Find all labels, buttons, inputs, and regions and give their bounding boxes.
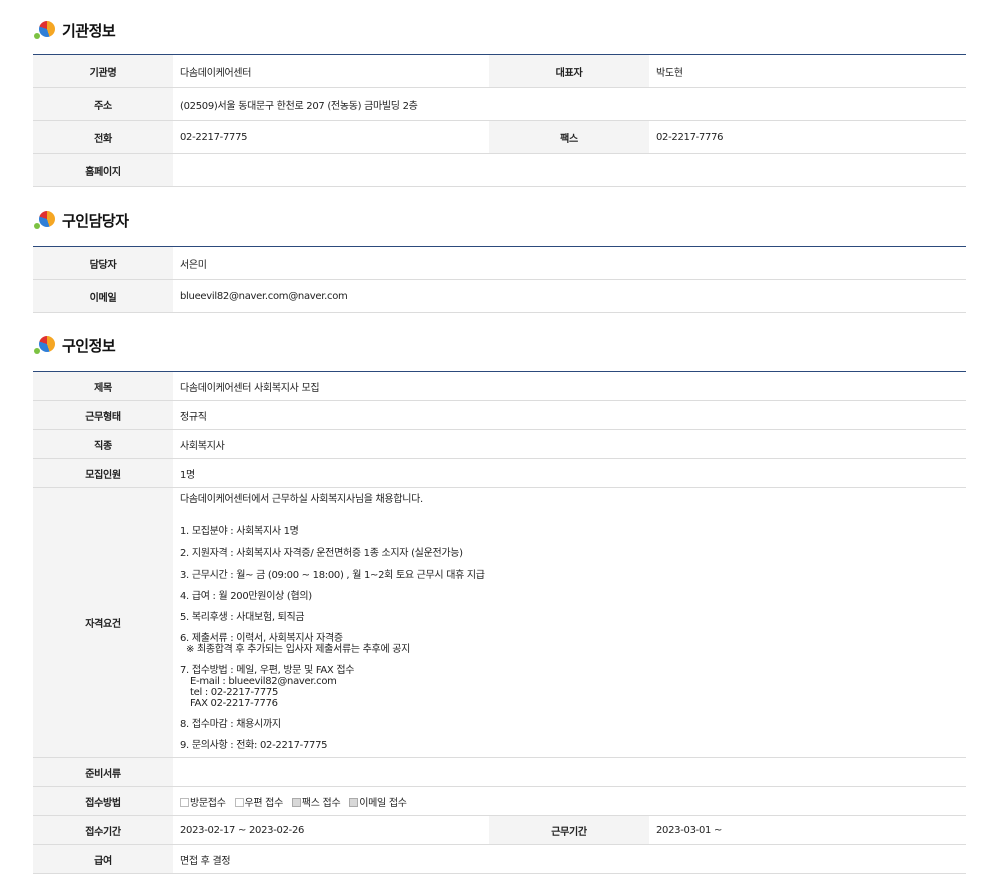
contact-info-table: 담당자 서은미 이메일 blueevil82@naver.com@naver.c… <box>33 246 966 313</box>
org-address-label: 주소 <box>33 87 173 121</box>
section-bullet-icon <box>34 20 56 40</box>
section-title-text: 기관정보 <box>62 21 116 40</box>
job-info-table: 제목 다솜데이케어센터 사회복지사 모집 근무형태 정규직 직종 사회복지사 모… <box>33 371 967 874</box>
method-option-email[interactable]: 이메일 접수 <box>349 797 407 809</box>
qualification-item-9: 9. 문의사항 : 전화: 02-2217-7775 <box>180 740 328 751</box>
job-documents-label: 준비서류 <box>33 757 173 787</box>
qualification-item-7: 7. 접수방법 : 메일, 우편, 방문 및 FAX 접수 <box>180 665 355 676</box>
method-option-mail[interactable]: 우편 접수 <box>234 797 284 809</box>
org-phone-value: 02-2217-7775 <box>173 120 489 154</box>
qualification-item-1: 1. 모집분야 : 사회복지사 1명 <box>180 526 299 537</box>
contact-person-label: 담당자 <box>33 246 173 280</box>
qualification-item-3: 3. 근무시간 : 월~ 금 (09:00 ~ 18:00) , 월 1~2회 … <box>180 570 485 581</box>
org-rep-value: 박도현 <box>649 54 966 88</box>
org-name-value: 다솜데이케어센터 <box>173 54 489 88</box>
section-title-contact: 구인담당자 <box>34 208 129 232</box>
job-method-label: 접수방법 <box>33 786 173 816</box>
job-period-label: 접수기간 <box>33 815 173 845</box>
section-title-text: 구인담당자 <box>62 211 129 230</box>
job-type-label: 근무형태 <box>33 400 173 430</box>
job-count-value: 1명 <box>173 458 967 488</box>
qualification-item-7-email: E-mail : blueevil82@naver.com <box>190 676 337 687</box>
method-option-label: 우편 접수 <box>244 797 284 809</box>
org-address-value: (02509)서울 동대문구 한천로 207 (전농동) 금마빌딩 2층 <box>173 87 966 121</box>
method-option-fax[interactable]: 팩스 접수 <box>291 797 341 809</box>
qualification-item-6-note: ※ 최종합격 후 추가되는 입사자 제출서류는 추후에 공지 <box>186 644 411 655</box>
qualification-item-7-tel: tel : 02-2217-7775 <box>190 687 279 698</box>
method-option-visit[interactable]: 방문접수 <box>180 797 226 809</box>
qualification-item-8: 8. 접수마감 : 채용시까지 <box>180 719 281 730</box>
qualification-item-7-fax: FAX 02-2217-7776 <box>190 698 278 709</box>
section-title-org: 기관정보 <box>34 18 116 42</box>
job-qualification-value: 다솜데이케어센터에서 근무하실 사회복지사님을 채용합니다. 1. 모집분야 :… <box>173 487 967 758</box>
org-fax-label: 팩스 <box>489 120 649 154</box>
qualification-item-5: 5. 복리후생 : 사대보험, 퇴직금 <box>180 612 305 623</box>
section-title-text: 구인정보 <box>62 336 116 355</box>
section-bullet-icon <box>34 335 56 355</box>
qualification-item-6: 6. 제출서류 : 이력서, 사회복지사 자격증 <box>180 633 343 644</box>
checkbox-visit[interactable] <box>180 797 189 807</box>
job-salary-label: 급여 <box>33 844 173 874</box>
contact-email-value: blueevil82@naver.com@naver.com <box>173 279 966 313</box>
job-start-label: 근무기간 <box>489 815 649 845</box>
method-option-label: 팩스 접수 <box>301 797 341 809</box>
org-homepage-label: 홈페이지 <box>33 153 173 187</box>
checkbox-fax[interactable] <box>291 797 301 807</box>
qualification-item-4: 4. 급여 : 월 200만원이상 (협의) <box>180 591 312 602</box>
job-subject-label: 제목 <box>33 371 173 401</box>
org-fax-value: 02-2217-7776 <box>649 120 966 154</box>
job-category-label: 직종 <box>33 429 173 459</box>
job-salary-value: 면접 후 결정 <box>173 844 967 874</box>
job-count-label: 모집인원 <box>33 458 173 488</box>
job-period-value: 2023-02-17 ~ 2023-02-26 <box>173 815 489 845</box>
job-documents-value <box>173 757 967 787</box>
org-homepage-value <box>173 153 966 187</box>
job-method-value: 방문접수 우편 접수 팩스 접수 이메일 접수 <box>173 786 967 816</box>
method-option-label: 이메일 접수 <box>359 797 407 809</box>
contact-email-label: 이메일 <box>33 279 173 313</box>
qualification-intro: 다솜데이케어센터에서 근무하실 사회복지사님을 채용합니다. <box>180 494 423 505</box>
org-phone-label: 전화 <box>33 120 173 154</box>
org-info-table: 기관명 다솜데이케어센터 대표자 박도현 주소 (02509)서울 동대문구 한… <box>33 54 966 187</box>
org-name-label: 기관명 <box>33 54 173 88</box>
job-subject-value: 다솜데이케어센터 사회복지사 모집 <box>173 371 967 401</box>
contact-person-value: 서은미 <box>173 246 966 280</box>
checkbox-email[interactable] <box>349 797 359 807</box>
qualification-item-2: 2. 지원자격 : 사회복지사 자격증/ 운전면허증 1종 소지자 (실운전가능… <box>180 548 463 559</box>
checkbox-mail[interactable] <box>234 797 244 807</box>
job-start-value: 2023-03-01 ~ <box>649 815 967 845</box>
method-option-label: 방문접수 <box>190 797 226 809</box>
job-category-value: 사회복지사 <box>173 429 967 459</box>
org-rep-label: 대표자 <box>489 54 649 88</box>
job-qualification-label: 자격요건 <box>33 487 173 758</box>
job-type-value: 정규직 <box>173 400 967 430</box>
section-title-job: 구인정보 <box>34 333 116 357</box>
section-bullet-icon <box>34 210 56 230</box>
